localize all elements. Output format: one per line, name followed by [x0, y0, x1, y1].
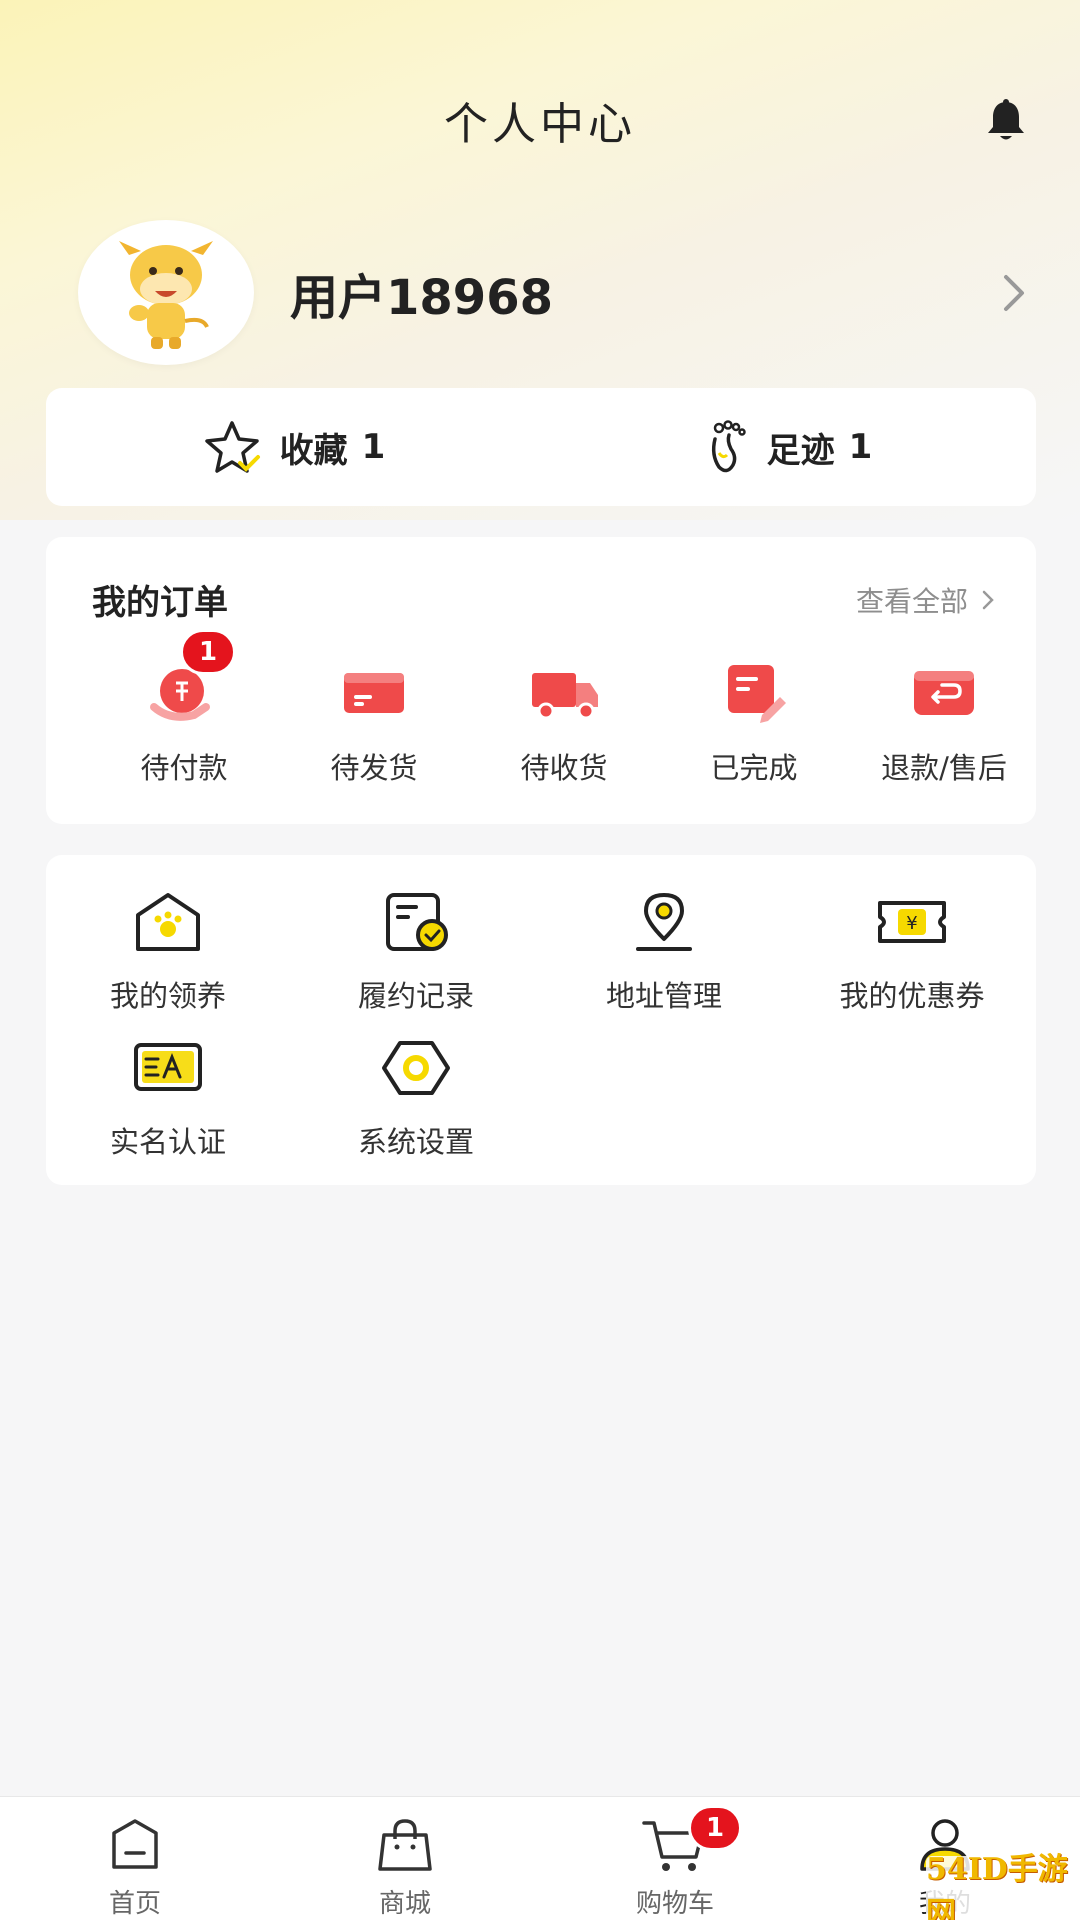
profile-row[interactable]: 用户18968	[78, 220, 1038, 365]
tab-cart[interactable]: 1 购物车	[540, 1797, 810, 1920]
bell-icon[interactable]	[984, 98, 1028, 144]
tab-mall[interactable]: 商城	[270, 1797, 540, 1920]
orders-row: 1 待付款 待发货 待收货 已完成 退款/售后	[46, 629, 1036, 807]
chevron-right-icon	[982, 590, 994, 609]
view-all-label: 查看全部	[855, 584, 968, 618]
order-refund[interactable]: 退款/售后	[854, 657, 1034, 787]
order-pending-shipment[interactable]: 待发货	[284, 657, 464, 787]
tab-label: 购物车	[635, 1889, 714, 1919]
watermark-logo: 54ID手游网	[926, 1852, 1076, 1920]
delivery-truck-icon	[532, 673, 598, 720]
settings-hexagon-icon	[382, 1041, 450, 1095]
svg-text:¥: ¥	[906, 913, 917, 934]
id-card-icon	[134, 1043, 202, 1091]
tools-card: 我的领养 履约记录 地址管理 ¥ 我的优惠券 实名认证 系统设置	[46, 855, 1036, 1185]
order-pending-payment[interactable]: 1 待付款	[94, 629, 274, 787]
order-label: 已完成	[710, 751, 798, 785]
tool-label: 我的领养	[109, 979, 226, 1013]
orders-header: 我的订单 查看全部	[92, 575, 996, 624]
home-icon	[112, 1819, 158, 1869]
stat-favorites[interactable]: 收藏 1	[46, 388, 541, 506]
username: 用户18968	[290, 269, 553, 326]
tab-home[interactable]: 首页	[0, 1797, 270, 1920]
stat-label: 收藏	[279, 430, 348, 471]
tool-fulfillment-record[interactable]: 履约记录	[306, 889, 526, 1015]
cow-mascot-icon	[119, 240, 213, 349]
tool-real-name-auth[interactable]: 实名认证	[58, 1035, 278, 1161]
stat-count: 1	[361, 427, 386, 467]
tool-my-coupons[interactable]: ¥ 我的优惠券	[802, 889, 1022, 1015]
top-bar: 个人中心	[0, 60, 1080, 180]
footprint-icon	[711, 420, 746, 473]
order-completed[interactable]: 已完成	[664, 657, 844, 787]
order-label: 待付款	[140, 751, 228, 785]
pending-shipment-icon	[344, 673, 404, 713]
tool-label: 实名认证	[109, 1125, 226, 1159]
page-title: 个人中心	[444, 99, 636, 150]
stat-count: 1	[848, 427, 873, 467]
avatar[interactable]	[78, 220, 254, 365]
tab-label: 首页	[108, 1889, 161, 1919]
orders-title: 我的订单	[92, 583, 228, 623]
completed-icon	[728, 665, 786, 723]
cart-badge: 1	[688, 1805, 742, 1851]
order-label: 退款/售后	[881, 751, 1007, 785]
tool-address-management[interactable]: 地址管理	[554, 889, 774, 1015]
bottom-tab-bar: 首页 商城 1 购物车 我的	[0, 1796, 1080, 1920]
view-all-orders-link[interactable]: 查看全部	[856, 580, 996, 620]
stat-label: 足迹	[766, 430, 835, 471]
chevron-right-icon	[1004, 274, 1024, 311]
stats-card: 收藏 1 足迹 1	[46, 388, 1036, 506]
orders-card: 我的订单 查看全部 1 待付款 待发货 待收货 已完成 退款/售后	[46, 537, 1036, 824]
order-pending-receipt[interactable]: 待收货	[474, 657, 654, 787]
coupon-icon: ¥	[878, 901, 946, 943]
tool-my-adoption[interactable]: 我的领养	[58, 889, 278, 1015]
order-label: 待发货	[330, 751, 418, 785]
tab-label: 商城	[378, 1889, 431, 1919]
refund-icon	[914, 671, 974, 715]
adoption-house-icon	[136, 893, 200, 951]
fulfillment-record-icon	[386, 893, 448, 951]
tool-label: 地址管理	[605, 979, 722, 1013]
location-pin-icon	[636, 893, 692, 951]
shopping-bag-icon	[378, 1819, 432, 1871]
tool-label: 我的优惠券	[839, 979, 985, 1013]
star-icon	[204, 421, 260, 473]
tool-label: 履约记录	[357, 979, 474, 1013]
stat-footprints[interactable]: 足迹 1	[541, 388, 1036, 506]
order-label: 待收货	[520, 751, 608, 785]
pending-payment-badge: 1	[180, 629, 236, 675]
tool-label: 系统设置	[357, 1125, 474, 1159]
tool-system-settings[interactable]: 系统设置	[306, 1035, 526, 1161]
